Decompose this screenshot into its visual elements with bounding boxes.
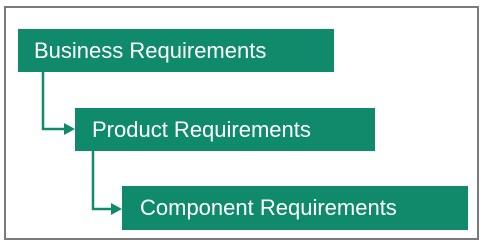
business-requirements-node: Business Requirements: [18, 29, 334, 72]
product-requirements-label: Product Requirements: [92, 116, 311, 142]
component-requirements-node: Component Requirements: [122, 186, 468, 230]
business-requirements-label: Business Requirements: [34, 37, 267, 63]
product-requirements-node: Product Requirements: [75, 108, 375, 151]
component-requirements-label: Component Requirements: [140, 195, 397, 220]
